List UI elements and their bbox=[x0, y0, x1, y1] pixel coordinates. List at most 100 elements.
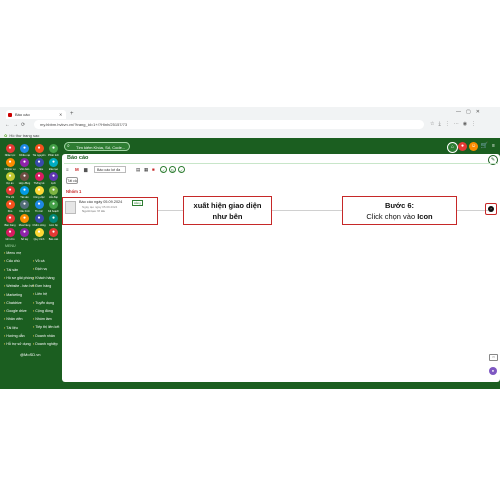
app-label: Quy trình bbox=[33, 238, 45, 241]
sidebar-app[interactable]: ● Tài sản bbox=[18, 186, 32, 199]
sidebar-app[interactable]: ● Văn bản bbox=[18, 158, 32, 171]
home-icon[interactable]: ⌂ bbox=[447, 142, 458, 153]
sidebar-menu-item[interactable]: ▪Tài sản bbox=[4, 268, 18, 272]
tab-favicon-icon bbox=[8, 113, 12, 117]
assistant-icon[interactable]: ● bbox=[489, 367, 497, 375]
tab-all[interactable]: Tất cả bbox=[66, 177, 78, 184]
sidebar-menu-item[interactable]: ▪Vỏ cá bbox=[33, 259, 44, 263]
sidebar-app[interactable]: ● Thu chi bbox=[3, 186, 17, 199]
app-icon: ● bbox=[20, 228, 29, 237]
report-thumbnail[interactable] bbox=[65, 201, 76, 214]
report-type-select[interactable]: Báo cáo lưi đa bbox=[94, 166, 126, 173]
sidebar-menu-item[interactable]: ▪Nhân viên bbox=[4, 317, 22, 321]
sidebar-menu-item[interactable]: ▪Google drive bbox=[4, 309, 27, 313]
app-icon: ● bbox=[49, 200, 58, 209]
sidebar-app[interactable]: ● Chấm công bbox=[32, 214, 46, 227]
sidebar-menu-item[interactable]: ▪Liên hệ bbox=[33, 292, 47, 296]
sidebar-menu-item[interactable]: ▪Địch vụ bbox=[33, 267, 47, 271]
sidebar-menu-item[interactable]: ▪Doanh nghiệp bbox=[33, 342, 58, 346]
callout2-title: Bước 6: bbox=[384, 201, 415, 210]
sidebar-menu-item[interactable]: ▪Doanh nhân bbox=[33, 334, 55, 338]
sidebar-app[interactable]: ● Nhân lực bbox=[3, 144, 17, 157]
browser-tab[interactable]: Báo cáo bbox=[6, 110, 66, 119]
app-icon: ● bbox=[34, 228, 44, 237]
sidebar-app[interactable]: ● Mua hàng bbox=[18, 214, 32, 227]
sidebar-menu-item[interactable]: ▪Hỗ trợ sử dụng bbox=[4, 342, 31, 346]
sidebar-app[interactable]: ● Tài nguyên bbox=[32, 144, 46, 157]
sidebar-app[interactable]: ● Quy trình bbox=[32, 228, 46, 241]
sidebar-app[interactable]: ● Cấu hình bbox=[18, 200, 32, 213]
app-label: Tin tức bbox=[35, 210, 43, 213]
delete-icon[interactable]: ■ bbox=[152, 166, 155, 173]
app-label: Thống kê bbox=[33, 182, 45, 185]
sidebar-menu-item[interactable]: ▪Khách hàng bbox=[33, 276, 54, 280]
sidebar-app[interactable]: ● Ghi chú bbox=[3, 228, 17, 241]
menu-item-label: Chatdrive bbox=[6, 300, 22, 305]
app-icon: ● bbox=[5, 172, 15, 181]
menu-item-label: Cấu chú bbox=[6, 259, 20, 264]
sidebar-menu-item[interactable]: ▪Tiếp thị liên kết bbox=[33, 325, 59, 329]
sidebar-menu-item[interactable]: ▪Website - bán hết bbox=[4, 284, 34, 288]
sidebar-app[interactable]: ● Sổ tay bbox=[18, 228, 32, 241]
menu-item-label: Tài liệu bbox=[6, 325, 18, 330]
url-bar[interactable]: my.hbbm.hvkvn.vn/?trang_id=1+/?Hinh/2515… bbox=[34, 120, 424, 129]
tab-close-icon[interactable]: ✕ bbox=[59, 110, 62, 119]
attach-icon[interactable]: ✓ bbox=[178, 166, 185, 173]
sidebar-menu-item[interactable]: ▪Hướng dẫn bbox=[4, 334, 25, 338]
sidebar-menu-item[interactable]: ▪Marketing bbox=[4, 293, 22, 297]
report-tag: Hằng bbox=[132, 200, 143, 206]
sidebar-menu-item[interactable]: ▪Nhóm làm bbox=[33, 317, 52, 321]
sidebar-app[interactable]: ● Lịch bbox=[47, 172, 61, 185]
sidebar-menu-item[interactable]: ▪Cộng đồng bbox=[33, 309, 53, 313]
sidebar-menu-item[interactable]: ▪Cấu chú bbox=[4, 259, 20, 263]
sidebar-app[interactable]: ● Bán hàng bbox=[3, 214, 17, 227]
check-icon[interactable]: ✓ bbox=[160, 166, 167, 173]
arrow-icon[interactable]: › bbox=[488, 206, 494, 212]
sidebar-app[interactable]: ● Đào tạo bbox=[47, 158, 61, 171]
share-icon[interactable]: ↻ bbox=[169, 166, 176, 173]
nav-buttons[interactable]: ←→⟳ bbox=[5, 122, 28, 128]
sidebar-menu-item[interactable]: ▪Hồ sơ giải phóng bbox=[4, 276, 34, 280]
menu-item-label: Nhóm làm bbox=[35, 317, 52, 322]
list-icon[interactable]: ≡ bbox=[66, 166, 69, 173]
calendar-icon[interactable]: ▦ bbox=[144, 166, 148, 173]
sidebar-menu-item[interactable]: ▪Tuyển dụng bbox=[33, 301, 54, 305]
cart-icon[interactable]: 🛒 bbox=[480, 142, 489, 151]
sidebar-app[interactable]: ● Thống kê bbox=[32, 172, 46, 185]
file-icon[interactable]: ▤ bbox=[136, 166, 140, 173]
sidebar-app[interactable]: ● Kế hoạch bbox=[47, 200, 61, 213]
sidebar-app[interactable]: ● Công việc bbox=[32, 186, 46, 199]
instruction-callout-2: Bước 6: Click chọn vào Icon bbox=[342, 196, 457, 225]
menu-item-label: Tiếp thị liên kết bbox=[35, 325, 60, 330]
browser-toolbar-icons[interactable]: ☆⤓⋮⋯◉⋮ bbox=[430, 121, 480, 127]
sidebar-app[interactable]: ● Hợp đồng bbox=[18, 172, 32, 185]
chat-icon[interactable]: ▭ bbox=[489, 354, 498, 361]
sidebar-app[interactable]: ● Tin tức bbox=[32, 200, 46, 213]
new-tab-icon[interactable]: + bbox=[70, 110, 74, 119]
sidebar-menu-item[interactable]: ▪Menu mẹ bbox=[4, 251, 21, 255]
sidebar-app[interactable]: ● Tài liệu bbox=[32, 158, 46, 171]
user-avatar-icon[interactable]: ☺ bbox=[469, 142, 478, 151]
sidebar-app[interactable]: ● Nhiệm vụ bbox=[3, 158, 17, 171]
sidebar-menu-item[interactable]: ▪Tài liệu bbox=[4, 326, 18, 330]
app-icon: ● bbox=[49, 144, 58, 153]
folder-icon[interactable]: ▆ bbox=[84, 166, 87, 173]
search-input[interactable]: Tìm kiếm Khóa, Số, Code... bbox=[64, 142, 130, 151]
menu-icon[interactable]: ≡ bbox=[489, 142, 498, 151]
sidebar-app[interactable]: ● Dự án bbox=[3, 172, 17, 185]
notification-icon[interactable]: ● bbox=[458, 142, 467, 151]
gmail-icon[interactable]: M bbox=[75, 166, 79, 173]
menu-item-label: Menu mẹ bbox=[6, 251, 22, 255]
sidebar-menu-item[interactable]: ▪Đơn hàng bbox=[33, 284, 51, 288]
sidebar-app[interactable]: ● Khiếu nại bbox=[18, 144, 32, 157]
sidebar-app[interactable]: ● Phân tích bbox=[47, 144, 61, 157]
sidebar-menu-item[interactable]: ▪Chatdrive bbox=[4, 301, 22, 305]
sidebar-app[interactable]: ● Báo cáo bbox=[47, 228, 61, 241]
sidebar-app[interactable]: ● Kho bbox=[3, 200, 17, 213]
sidebar-app[interactable]: ● Hỏi đáp bbox=[47, 186, 61, 199]
sidebar-app[interactable]: ● Liên hệ bbox=[47, 214, 61, 227]
window-controls[interactable]: —▢✕ bbox=[456, 109, 485, 115]
row-action-highlight[interactable]: › bbox=[485, 203, 497, 215]
report-name[interactable]: Báo cáo ngày 05.09.2024 bbox=[79, 200, 122, 204]
app-icon: ● bbox=[34, 186, 44, 195]
